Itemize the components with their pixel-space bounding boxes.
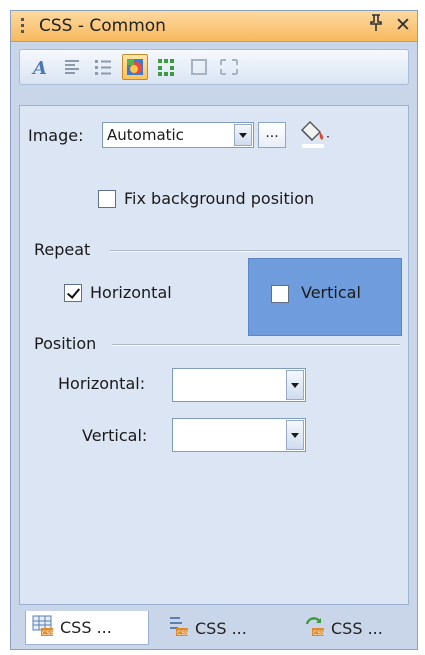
box-icon[interactable] [186, 54, 212, 80]
chevron-down-icon[interactable] [234, 124, 252, 146]
grip-icon[interactable] [21, 18, 24, 34]
image-select[interactable]: Automatic [102, 122, 254, 148]
repeat-vertical-checkbox[interactable] [271, 285, 289, 303]
tab-label: CSS ... [60, 618, 112, 637]
position-section-label: Position [34, 334, 97, 353]
background-image-icon[interactable] [122, 54, 148, 80]
font-icon[interactable]: A [28, 54, 54, 80]
browse-image-button[interactable]: ... [258, 122, 286, 148]
css-toolbar: A [19, 49, 409, 85]
repeat-section-label: Repeat [34, 240, 91, 259]
svg-text:A: A [31, 58, 47, 77]
svg-text:CSS: CSS [177, 630, 189, 637]
position-vertical-label: Vertical: [82, 426, 148, 445]
panel-title-bar[interactable]: CSS - Common ✕ [11, 11, 417, 42]
css-grid-icon: CSS [32, 615, 54, 641]
repeat-horizontal-checkbox[interactable] [64, 284, 82, 302]
css-common-panel: CSS - Common ✕ A Image: Automatic ... Fi… [10, 10, 418, 650]
fix-position-label: Fix background position [124, 189, 315, 208]
repeat-vertical-option[interactable]: Vertical [248, 258, 402, 336]
chevron-down-icon[interactable] [286, 420, 304, 450]
css-refresh-icon: CSS [303, 615, 325, 641]
css-tree-icon: CSS [167, 615, 189, 641]
panel-title: CSS - Common [39, 16, 166, 36]
tab-css-common[interactable]: CSS CSS ... [25, 611, 149, 645]
tab-css-properties[interactable]: CSS CSS ... [161, 611, 281, 645]
tab-css-links[interactable]: CSS CSS ... [297, 611, 415, 645]
position-vertical-select[interactable] [172, 418, 306, 452]
repeat-divider [110, 250, 400, 251]
repeat-horizontal-label: Horizontal [90, 283, 172, 302]
chevron-down-icon[interactable] [286, 370, 304, 400]
image-select-value: Automatic [107, 126, 184, 144]
background-settings-pane: Image: Automatic ... Fix background posi… [19, 105, 409, 605]
tab-label: CSS ... [331, 618, 383, 638]
repeat-vertical-label: Vertical [301, 283, 361, 302]
pin-icon[interactable] [369, 14, 383, 37]
close-icon[interactable]: ✕ [395, 14, 411, 36]
fix-position-checkbox[interactable] [98, 190, 116, 208]
position-horizontal-select[interactable] [172, 368, 306, 402]
tab-label: CSS ... [195, 618, 247, 638]
bottom-tab-strip: CSS CSS ... CSS CSS ... CSS CSS ... [11, 607, 417, 649]
position-icon[interactable] [216, 54, 242, 80]
position-horizontal-label: Horizontal: [58, 374, 146, 393]
paint-bucket-icon[interactable] [294, 118, 330, 154]
svg-text:CSS: CSS [42, 630, 54, 637]
border-icon[interactable] [154, 54, 180, 80]
image-label: Image: [28, 126, 84, 145]
align-paragraph-icon[interactable] [60, 54, 86, 80]
svg-text:CSS: CSS [313, 630, 325, 637]
list-icon[interactable] [90, 54, 116, 80]
position-divider [112, 344, 400, 345]
